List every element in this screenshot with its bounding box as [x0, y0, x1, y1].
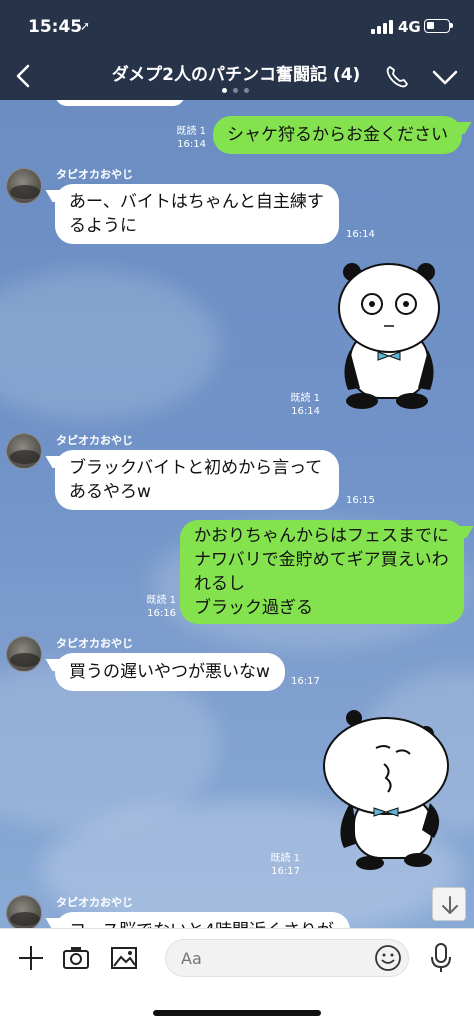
message-composer [0, 928, 474, 1024]
chat-title: ダメプ2人のパチンコ奮闘記 (4) [111, 65, 361, 85]
read-receipt: 既読 1 [290, 393, 320, 404]
message-line: かおりちゃんからはフェスまでに [194, 526, 449, 546]
message-line: るように [69, 216, 137, 236]
chat-header: ダメプ2人のパチンコ奮闘記 (4) [0, 54, 474, 100]
incoming-message[interactable]: ブラックバイトと初めから言って あるやろw [55, 450, 339, 510]
outgoing-message[interactable]: かおりちゃんからはフェスまでに ナワバリで金貯めてギア買えいわ れるし ブラック… [180, 520, 464, 624]
message-meta: 既読 1 16:14 [286, 392, 320, 418]
avatar[interactable] [6, 168, 42, 204]
message-meta: 既読 1 16:17 [266, 852, 300, 878]
location-arrow-icon: ➚ [80, 19, 91, 33]
message-time: 16:17 [291, 676, 320, 687]
message-line: あー、バイトはちゃんと自主練す [69, 192, 324, 212]
message-line: ブラックバイトと初めから言って [69, 458, 323, 478]
sender-name: タピオカおやじ [56, 434, 133, 447]
signal-icon [371, 20, 395, 34]
panda-sticker[interactable] [314, 708, 454, 873]
message-line: あるやろw [69, 482, 151, 502]
message-time: 16:14 [291, 406, 320, 417]
chat-area[interactable]: 既読 1 16:14 シャケ狩るからお金ください タピオカおやじ あー、バイトは… [0, 100, 474, 928]
message-text: コース脳でないと4時間近くさりが [69, 919, 336, 928]
microphone-icon[interactable] [428, 942, 454, 974]
message-meta: 既読 1 16:14 [172, 125, 206, 151]
battery-level [427, 22, 434, 29]
read-receipt: 既読 1 [270, 853, 300, 864]
camera-icon[interactable] [61, 943, 91, 973]
status-time: 15:45 [28, 17, 83, 37]
sender-name: タピオカおやじ [56, 896, 133, 909]
message-line: れるし [194, 574, 245, 594]
plus-icon[interactable] [16, 943, 46, 973]
incoming-message[interactable]: コース脳でないと4時間近くさりが [55, 912, 350, 928]
message-time: 16:14 [346, 229, 375, 240]
incoming-message[interactable]: あー、バイトはちゃんと自主練す るように [55, 184, 339, 244]
status-bar: 15:45 ➚ 4G [0, 0, 474, 54]
sender-name: タピオカおやじ [56, 637, 133, 650]
message-time: 16:15 [346, 495, 375, 506]
message-line: ブラック過ぎる [194, 598, 313, 618]
message-time: 16:16 [147, 608, 176, 619]
message-meta: 既読 1 16:16 [142, 594, 176, 620]
network-type: 4G [398, 18, 421, 36]
panda-sticker[interactable] [334, 260, 444, 410]
message-text: シャケ狩るからお金ください [227, 125, 448, 145]
avatar[interactable] [6, 895, 42, 928]
battery-icon [424, 19, 453, 33]
message-input[interactable] [165, 939, 409, 977]
chevron-down-icon[interactable] [431, 66, 459, 88]
outgoing-message[interactable]: シャケ狩るからお金ください [213, 116, 462, 154]
smiley-icon[interactable] [374, 944, 402, 972]
previous-message-bubble [55, 100, 185, 106]
sender-name: タピオカおやじ [56, 168, 133, 181]
read-receipt: 既読 1 [146, 595, 176, 606]
message-line: ナワバリで金貯めてギア買えいわ [194, 550, 449, 570]
avatar[interactable] [6, 636, 42, 672]
page-indicator [222, 88, 252, 94]
avatar[interactable] [6, 433, 42, 469]
home-indicator [153, 1010, 321, 1016]
message-time: 16:14 [177, 139, 206, 150]
message-text: 買うの遅いやつが悪いなw [69, 662, 270, 682]
scroll-to-bottom-button[interactable] [432, 887, 466, 921]
message-time: 16:17 [271, 866, 300, 877]
chevron-left-icon[interactable] [12, 62, 36, 90]
read-receipt: 既読 1 [176, 126, 206, 137]
phone-icon[interactable] [384, 64, 410, 90]
arrow-down-icon [442, 896, 458, 914]
image-icon[interactable] [109, 943, 139, 973]
incoming-message[interactable]: 買うの遅いやつが悪いなw [55, 653, 285, 691]
